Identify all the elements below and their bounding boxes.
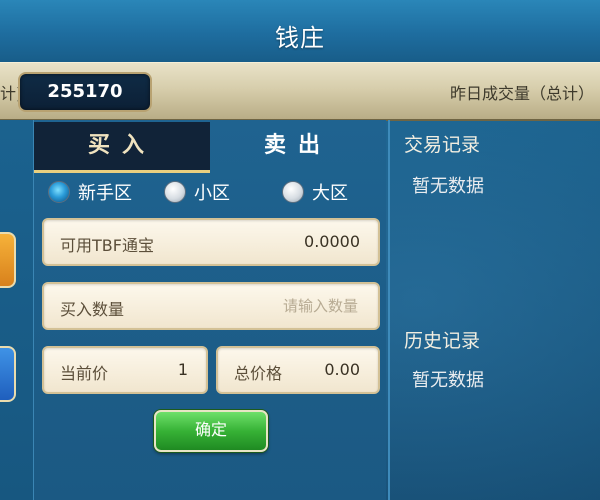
- current-price-label: 当前价: [60, 364, 109, 383]
- title-bar: 钱庄: [0, 0, 600, 64]
- records-panel: 交易记录 暂无数据 历史记录 暂无数据: [388, 120, 600, 500]
- available-balance-field: 可用TBF通宝 0.0000: [42, 218, 380, 266]
- buy-quantity-field[interactable]: 买入数量: [42, 282, 380, 330]
- tab-buy[interactable]: 买入: [34, 122, 210, 173]
- radio-selected-icon: [48, 181, 70, 203]
- history-records-empty: 暂无数据: [412, 370, 484, 391]
- yesterday-volume-label: 昨日成交量（总计）: [449, 84, 594, 103]
- page-title: 钱庄: [275, 24, 325, 52]
- current-price-value: 1: [177, 360, 188, 379]
- left-side-panel: [0, 120, 34, 500]
- side-tab-blue[interactable]: [0, 346, 16, 402]
- radio-unselected-icon: [164, 181, 186, 203]
- radio-unselected-icon: [282, 181, 304, 203]
- zone-label: 大区: [312, 183, 348, 204]
- total-price-label: 总价格: [234, 364, 283, 383]
- zone-selector: 新手区 小区 大区: [34, 176, 386, 210]
- current-price-field: 当前价 1: [42, 346, 208, 394]
- total-volume-box: 255170: [18, 72, 152, 112]
- trade-panel: 买入 卖出 新手区 小区 大区 可用TBF通宝 0.0000 买入数量 当前价 …: [34, 120, 386, 500]
- stats-banner: 计) 255170 昨日成交量（总计）: [0, 62, 600, 121]
- confirm-button[interactable]: 确定: [154, 410, 268, 452]
- buy-quantity-label: 买入数量: [60, 300, 125, 319]
- total-volume-value: 255170: [47, 81, 123, 102]
- buy-quantity-input[interactable]: [196, 294, 360, 318]
- zone-label: 小区: [194, 183, 230, 204]
- side-tab-orange[interactable]: [0, 232, 16, 288]
- trade-records-empty: 暂无数据: [412, 176, 484, 197]
- total-price-value: 0.00: [324, 360, 360, 379]
- available-balance-value: 0.0000: [304, 232, 360, 251]
- history-records-title: 历史记录: [404, 330, 481, 352]
- trade-records-title: 交易记录: [404, 134, 481, 156]
- available-balance-label: 可用TBF通宝: [60, 236, 154, 255]
- total-price-field: 总价格 0.00: [216, 346, 380, 394]
- tab-sell[interactable]: 卖出: [210, 122, 386, 170]
- zone-label: 新手区: [78, 183, 132, 204]
